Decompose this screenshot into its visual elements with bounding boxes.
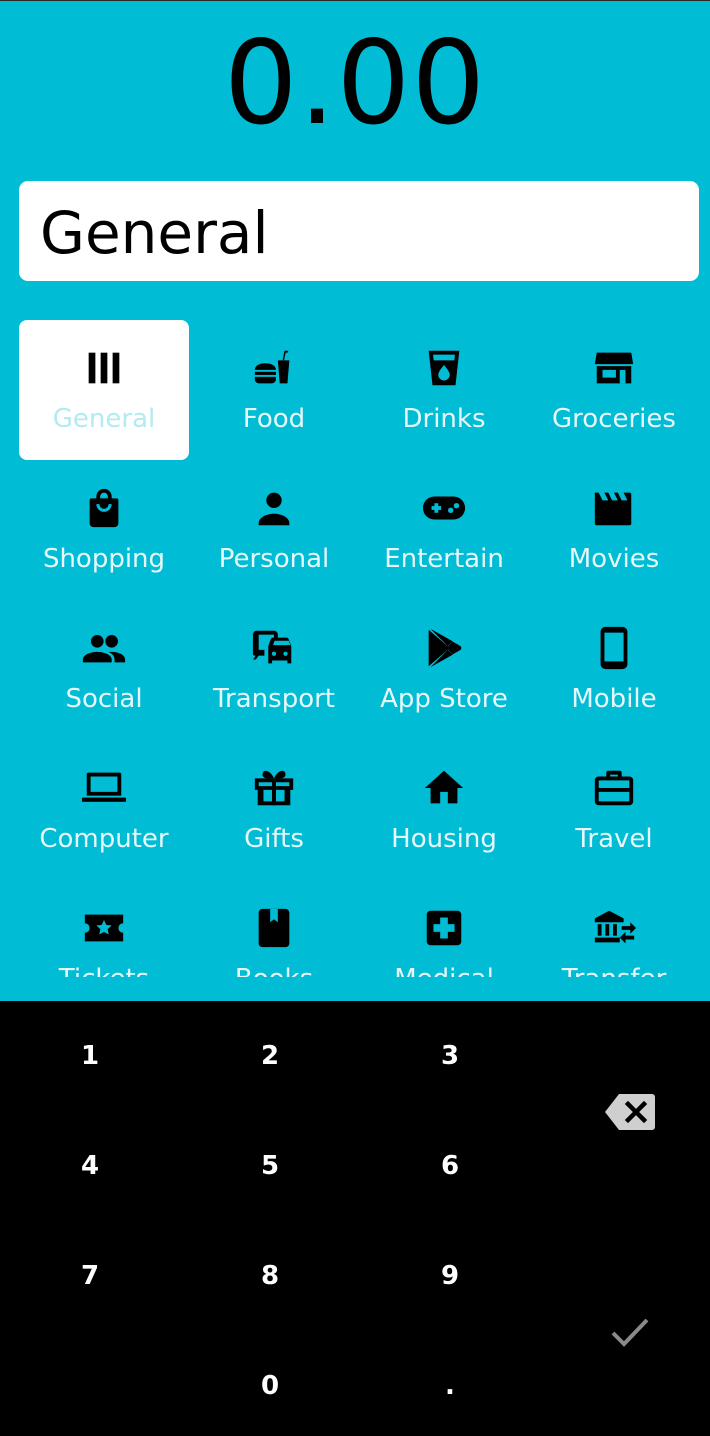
- fastfood-icon: [251, 345, 297, 391]
- category-food[interactable]: Food: [189, 320, 359, 460]
- key-8[interactable]: 8: [180, 1221, 360, 1331]
- category-transport[interactable]: Transport: [189, 600, 359, 740]
- category-personal[interactable]: Personal: [189, 460, 359, 600]
- category-tickets[interactable]: Tickets: [19, 880, 189, 977]
- amount-display: 0.00: [223, 16, 487, 151]
- category-drinks[interactable]: Drinks: [359, 320, 529, 460]
- category-label: Mobile: [571, 684, 657, 714]
- category-books[interactable]: Books: [189, 880, 359, 977]
- category-label: Movies: [568, 544, 660, 574]
- category-computer[interactable]: Computer: [19, 740, 189, 880]
- category-label: Transport: [212, 684, 335, 714]
- bars-icon: [81, 345, 127, 391]
- key-decimal[interactable]: .: [360, 1331, 540, 1436]
- category-label: App Store: [380, 684, 508, 714]
- backspace-icon[interactable]: [605, 1093, 655, 1131]
- category-label: Entertain: [384, 544, 504, 574]
- person-icon: [251, 485, 297, 531]
- check-icon[interactable]: [610, 1315, 650, 1349]
- category-label: Books: [189, 963, 359, 977]
- key-7[interactable]: 7: [0, 1221, 180, 1331]
- category-gifts[interactable]: Gifts: [189, 740, 359, 880]
- category-transfer[interactable]: Transfer: [529, 880, 699, 977]
- category-general[interactable]: General: [19, 320, 189, 460]
- category-medical[interactable]: Medical: [359, 880, 529, 977]
- category-shopping[interactable]: Shopping: [19, 460, 189, 600]
- key-2[interactable]: 2: [180, 1001, 360, 1111]
- category-note-field[interactable]: General: [19, 181, 699, 281]
- category-label: Housing: [391, 824, 497, 854]
- key-3[interactable]: 3: [360, 1001, 540, 1111]
- drink-cup-icon: [421, 345, 467, 391]
- laptop-icon: [81, 765, 127, 811]
- suitcase-icon: [591, 765, 637, 811]
- category-label: Drinks: [402, 404, 486, 434]
- category-mobile[interactable]: Mobile: [529, 600, 699, 740]
- category-label: Tickets: [19, 963, 189, 977]
- category-movies[interactable]: Movies: [529, 460, 699, 600]
- gift-icon: [251, 765, 297, 811]
- number-keypad: 1 2 3 4 5 6 7 8 9 0 .: [0, 1001, 710, 1436]
- medical-cross-icon: [421, 905, 467, 951]
- clapperboard-icon: [591, 485, 637, 531]
- bank-transfer-icon: [591, 905, 637, 951]
- category-label: Gifts: [244, 824, 304, 854]
- category-label: Medical: [359, 963, 529, 977]
- category-label: Social: [65, 684, 143, 714]
- category-note-text: General: [40, 199, 269, 267]
- category-label: Groceries: [552, 404, 676, 434]
- shopping-bag-icon: [81, 485, 127, 531]
- category-travel[interactable]: Travel: [529, 740, 699, 880]
- people-icon: [81, 625, 127, 671]
- category-entertain[interactable]: Entertain: [359, 460, 529, 600]
- key-6[interactable]: 6: [360, 1111, 540, 1221]
- smartphone-icon: [591, 625, 637, 671]
- category-grid-scroll[interactable]: General Food Drinks Groceries Shopping P…: [0, 320, 710, 977]
- category-label: Travel: [575, 824, 653, 854]
- category-label: Food: [242, 404, 306, 434]
- key-4[interactable]: 4: [0, 1111, 180, 1221]
- status-divider: [0, 0, 710, 1]
- key-9[interactable]: 9: [360, 1221, 540, 1331]
- book-icon: [251, 905, 297, 951]
- key-0[interactable]: 0: [180, 1331, 360, 1436]
- home-icon: [421, 765, 467, 811]
- store-icon: [591, 345, 637, 391]
- category-housing[interactable]: Housing: [359, 740, 529, 880]
- play-store-icon: [421, 625, 467, 671]
- gamepad-icon: [421, 485, 467, 531]
- category-label: Personal: [218, 544, 330, 574]
- key-5[interactable]: 5: [180, 1111, 360, 1221]
- category-social[interactable]: Social: [19, 600, 189, 740]
- ticket-icon: [81, 905, 127, 951]
- category-app-store[interactable]: App Store: [359, 600, 529, 740]
- category-label: General: [52, 404, 156, 434]
- key-1[interactable]: 1: [0, 1001, 180, 1111]
- category-grid: General Food Drinks Groceries Shopping P…: [19, 320, 699, 977]
- category-label: Shopping: [42, 544, 166, 574]
- category-groceries[interactable]: Groceries: [529, 320, 699, 460]
- category-label: Computer: [39, 824, 169, 854]
- commute-icon: [251, 625, 297, 671]
- category-label: Transfer: [529, 963, 699, 977]
